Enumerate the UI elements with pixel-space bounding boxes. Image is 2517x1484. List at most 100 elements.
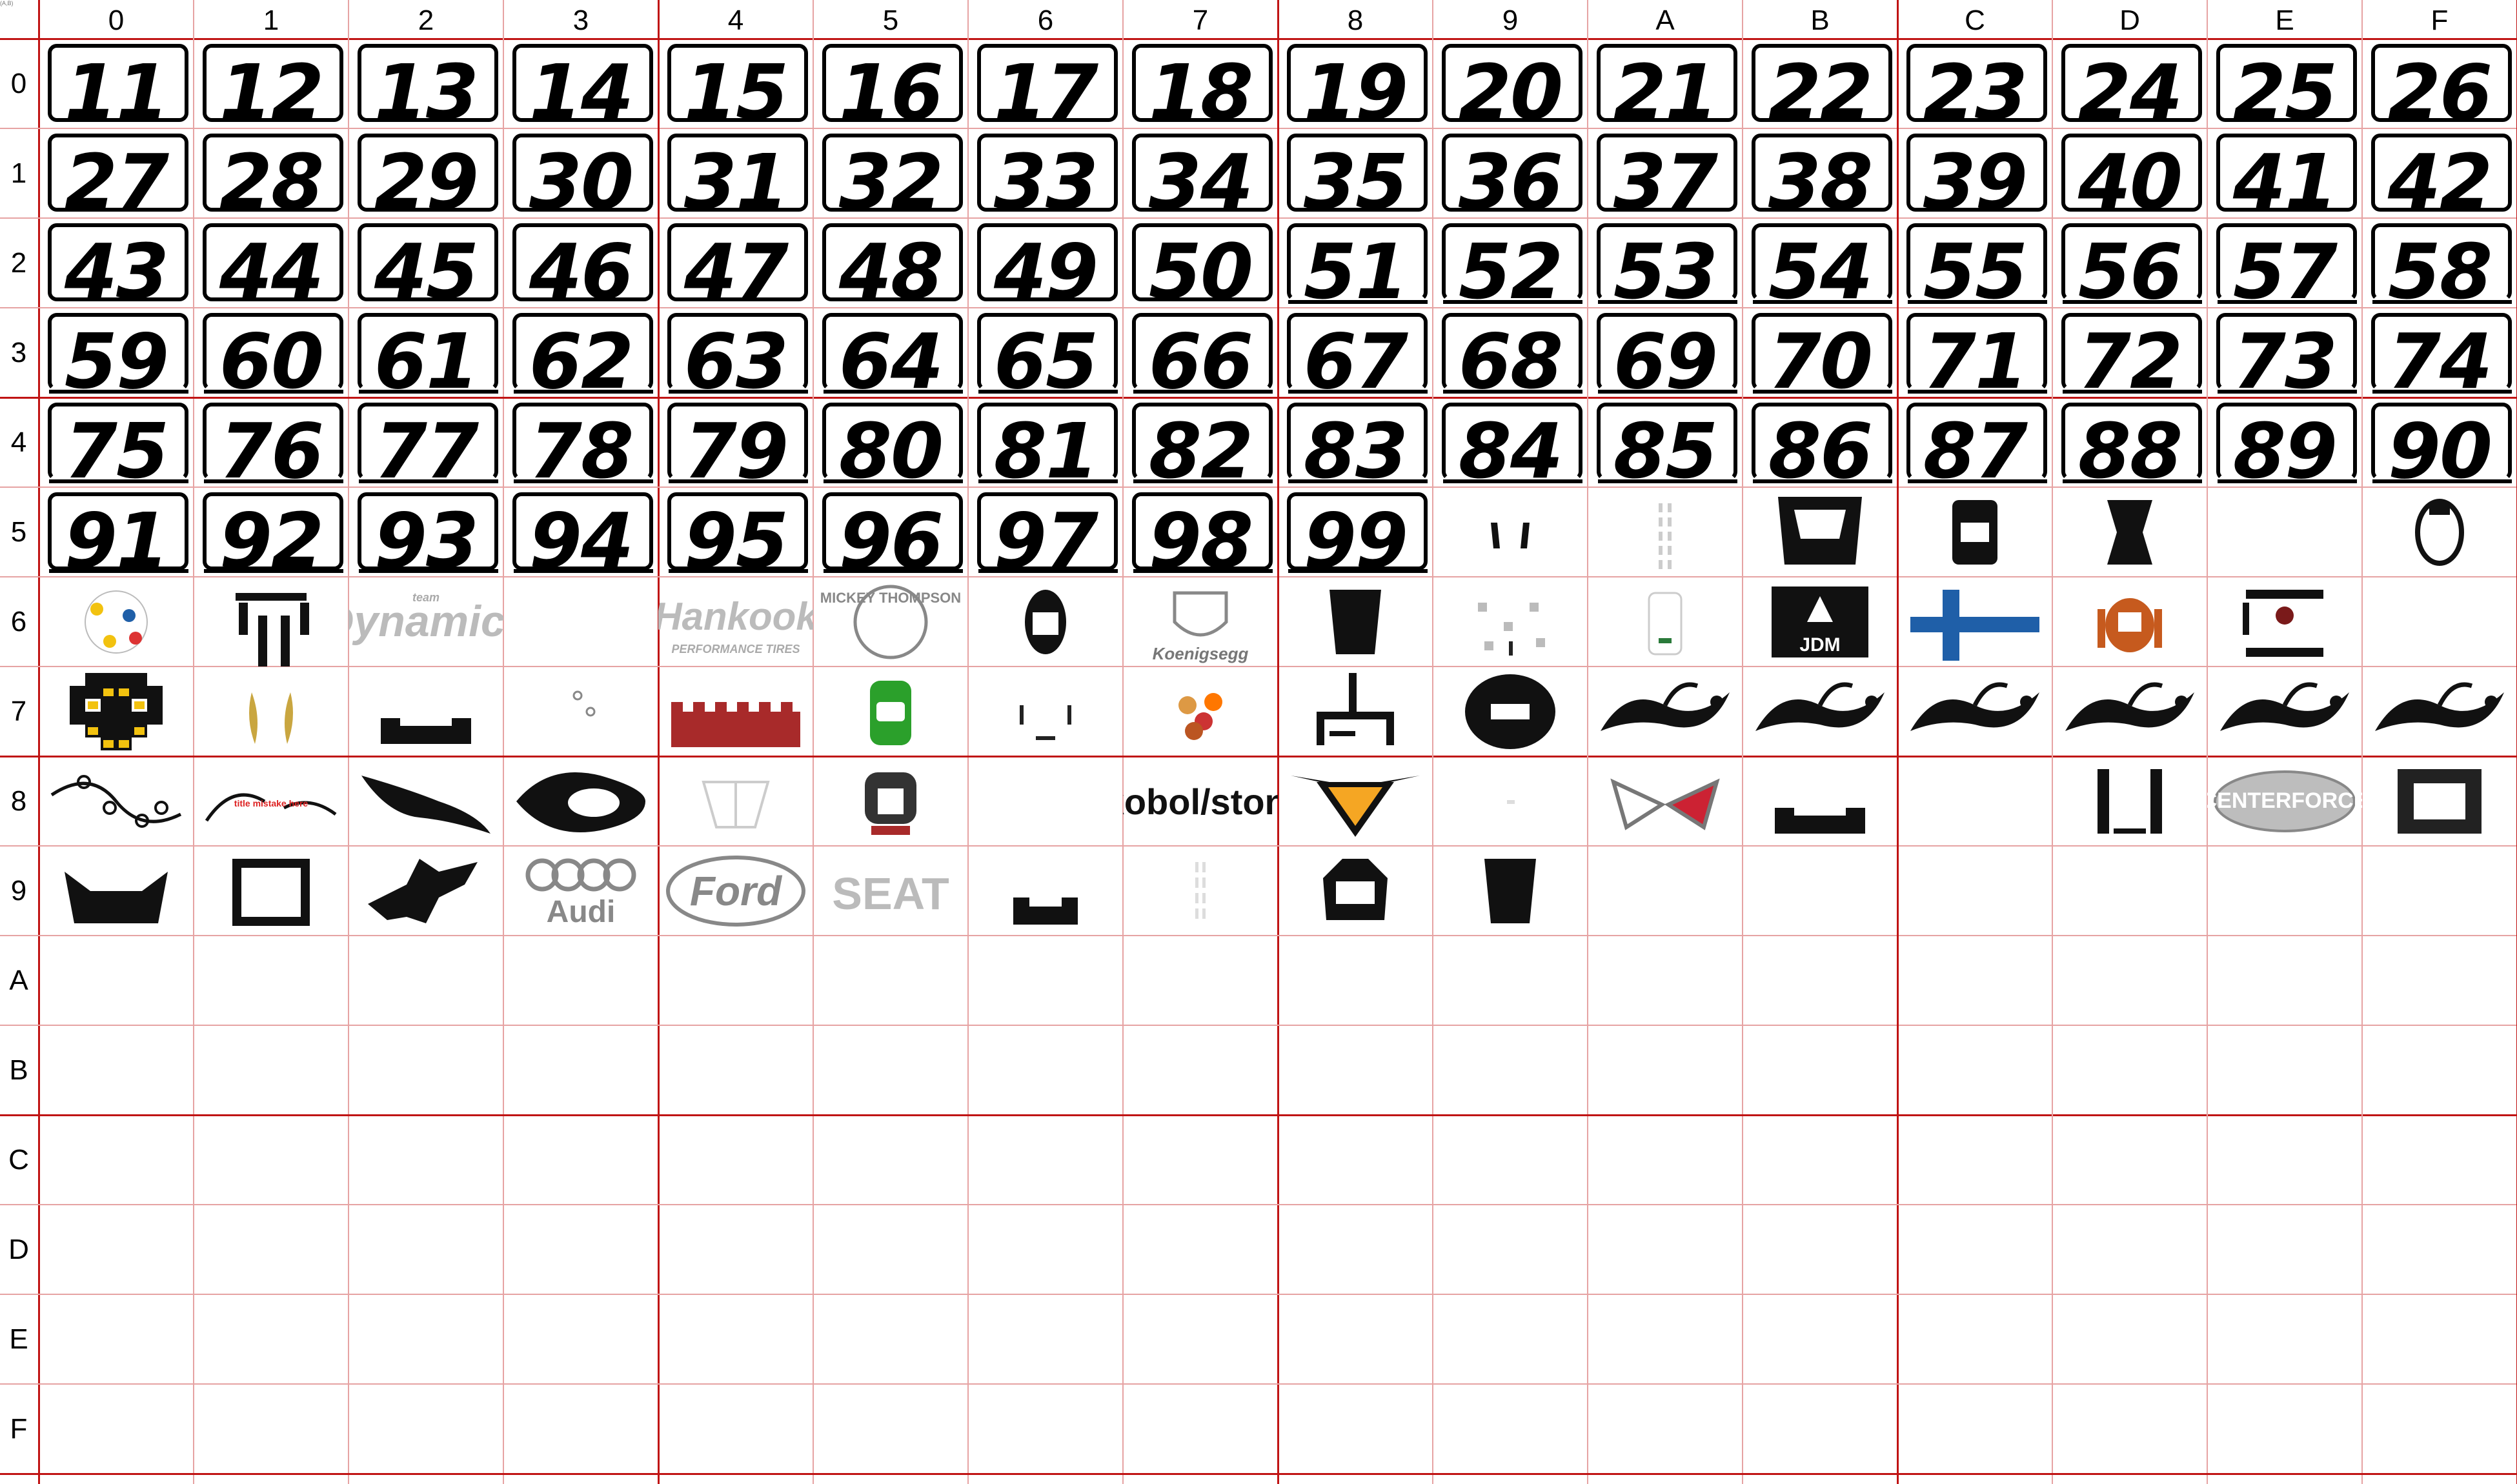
image-decal[interactable] — [194, 667, 349, 756]
number-decal[interactable]: 50 — [1123, 218, 1278, 308]
number-decal[interactable]: 18 — [1123, 39, 1278, 128]
number-decal[interactable]: 64 — [813, 308, 968, 397]
number-decal[interactable]: 47 — [658, 218, 813, 308]
number-decal[interactable]: 82 — [1123, 397, 1278, 487]
number-decal[interactable]: 28 — [194, 128, 349, 218]
number-decal[interactable]: 24 — [2052, 39, 2207, 128]
number-decal[interactable]: 41 — [2207, 128, 2362, 218]
number-decal[interactable]: 91 — [39, 487, 194, 577]
number-decal[interactable]: 36 — [1433, 128, 1588, 218]
image-decal[interactable]: Hankook PERFORMANCE TIRES — [658, 577, 813, 667]
number-decal[interactable]: 57 — [2207, 218, 2362, 308]
number-decal[interactable]: 85 — [1588, 397, 1743, 487]
image-decal[interactable] — [194, 577, 349, 667]
number-decal[interactable]: 87 — [1897, 397, 2052, 487]
number-decal[interactable]: 74 — [2362, 308, 2517, 397]
number-decal[interactable]: 92 — [194, 487, 349, 577]
number-decal[interactable]: 71 — [1897, 308, 2052, 397]
image-decal[interactable]: CENTERFORCE — [2207, 756, 2362, 846]
number-decal[interactable]: 30 — [503, 128, 658, 218]
number-decal[interactable]: 95 — [658, 487, 813, 577]
number-decal[interactable]: 46 — [503, 218, 658, 308]
image-decal[interactable] — [1743, 487, 1897, 577]
number-decal[interactable]: 90 — [2362, 397, 2517, 487]
image-decal[interactable] — [1123, 667, 1278, 756]
image-decal[interactable] — [1433, 577, 1588, 667]
image-decal[interactable] — [39, 667, 194, 756]
number-decal[interactable]: 93 — [349, 487, 503, 577]
number-decal[interactable]: 31 — [658, 128, 813, 218]
image-decal[interactable] — [968, 577, 1123, 667]
image-decal[interactable]: MICKEY THOMPSON — [813, 577, 968, 667]
number-decal[interactable]: 40 — [2052, 128, 2207, 218]
number-decal[interactable]: 12 — [194, 39, 349, 128]
number-decal[interactable]: 23 — [1897, 39, 2052, 128]
number-decal[interactable]: 81 — [968, 397, 1123, 487]
number-decal[interactable]: 42 — [2362, 128, 2517, 218]
number-decal[interactable]: 72 — [2052, 308, 2207, 397]
number-decal[interactable]: 58 — [2362, 218, 2517, 308]
number-decal[interactable]: 17 — [968, 39, 1123, 128]
image-decal[interactable] — [1588, 487, 1743, 577]
number-decal[interactable]: 66 — [1123, 308, 1278, 397]
number-decal[interactable]: 65 — [968, 308, 1123, 397]
image-decal[interactable] — [2052, 667, 2207, 756]
number-decal[interactable]: 14 — [503, 39, 658, 128]
number-decal[interactable]: 63 — [658, 308, 813, 397]
image-decal[interactable] — [1278, 577, 1433, 667]
number-decal[interactable]: 38 — [1743, 128, 1897, 218]
image-decal[interactable] — [349, 667, 503, 756]
image-decal[interactable] — [1588, 667, 1743, 756]
number-decal[interactable]: 76 — [194, 397, 349, 487]
image-decal[interactable] — [658, 667, 813, 756]
number-decal[interactable]: 80 — [813, 397, 968, 487]
number-decal[interactable]: 37 — [1588, 128, 1743, 218]
number-decal[interactable]: 48 — [813, 218, 968, 308]
number-decal[interactable]: 55 — [1897, 218, 2052, 308]
image-decal[interactable] — [1743, 667, 1897, 756]
number-decal[interactable]: 75 — [39, 397, 194, 487]
number-decal[interactable]: 52 — [1433, 218, 1588, 308]
image-decal[interactable] — [1278, 667, 1433, 756]
image-decal[interactable] — [1278, 846, 1433, 936]
image-decal[interactable] — [968, 846, 1123, 936]
image-decal[interactable] — [658, 756, 813, 846]
number-decal[interactable]: 99 — [1278, 487, 1433, 577]
image-decal[interactable] — [2362, 667, 2517, 756]
number-decal[interactable]: 25 — [2207, 39, 2362, 128]
number-decal[interactable]: 20 — [1433, 39, 1588, 128]
image-decal[interactable] — [39, 577, 194, 667]
image-decal[interactable]: Audi — [503, 846, 658, 936]
image-decal[interactable] — [2362, 756, 2517, 846]
image-decal[interactable] — [503, 667, 658, 756]
image-decal[interactable]: kobol/stoni — [1123, 756, 1278, 846]
image-decal[interactable] — [2207, 577, 2362, 667]
image-decal[interactable] — [1588, 756, 1743, 846]
number-decal[interactable]: 13 — [349, 39, 503, 128]
image-decal[interactable]: Koenigsegg — [1123, 577, 1278, 667]
number-decal[interactable]: 97 — [968, 487, 1123, 577]
number-decal[interactable]: 51 — [1278, 218, 1433, 308]
number-decal[interactable]: 62 — [503, 308, 658, 397]
number-decal[interactable]: 60 — [194, 308, 349, 397]
image-decal[interactable] — [503, 756, 658, 846]
image-decal[interactable] — [349, 756, 503, 846]
number-decal[interactable]: 45 — [349, 218, 503, 308]
number-decal[interactable]: 79 — [658, 397, 813, 487]
image-decal[interactable] — [1588, 577, 1743, 667]
image-decal[interactable] — [1897, 667, 2052, 756]
number-decal[interactable]: 59 — [39, 308, 194, 397]
number-decal[interactable]: 21 — [1588, 39, 1743, 128]
number-decal[interactable]: 73 — [2207, 308, 2362, 397]
image-decal[interactable] — [39, 846, 194, 936]
number-decal[interactable]: 98 — [1123, 487, 1278, 577]
image-decal[interactable] — [1433, 756, 1588, 846]
image-decal[interactable]: JDM — [1743, 577, 1897, 667]
number-decal[interactable]: 35 — [1278, 128, 1433, 218]
number-decal[interactable]: 96 — [813, 487, 968, 577]
number-decal[interactable]: 84 — [1433, 397, 1588, 487]
number-decal[interactable]: 68 — [1433, 308, 1588, 397]
number-decal[interactable]: 26 — [2362, 39, 2517, 128]
number-decal[interactable]: 70 — [1743, 308, 1897, 397]
image-decal[interactable] — [813, 756, 968, 846]
